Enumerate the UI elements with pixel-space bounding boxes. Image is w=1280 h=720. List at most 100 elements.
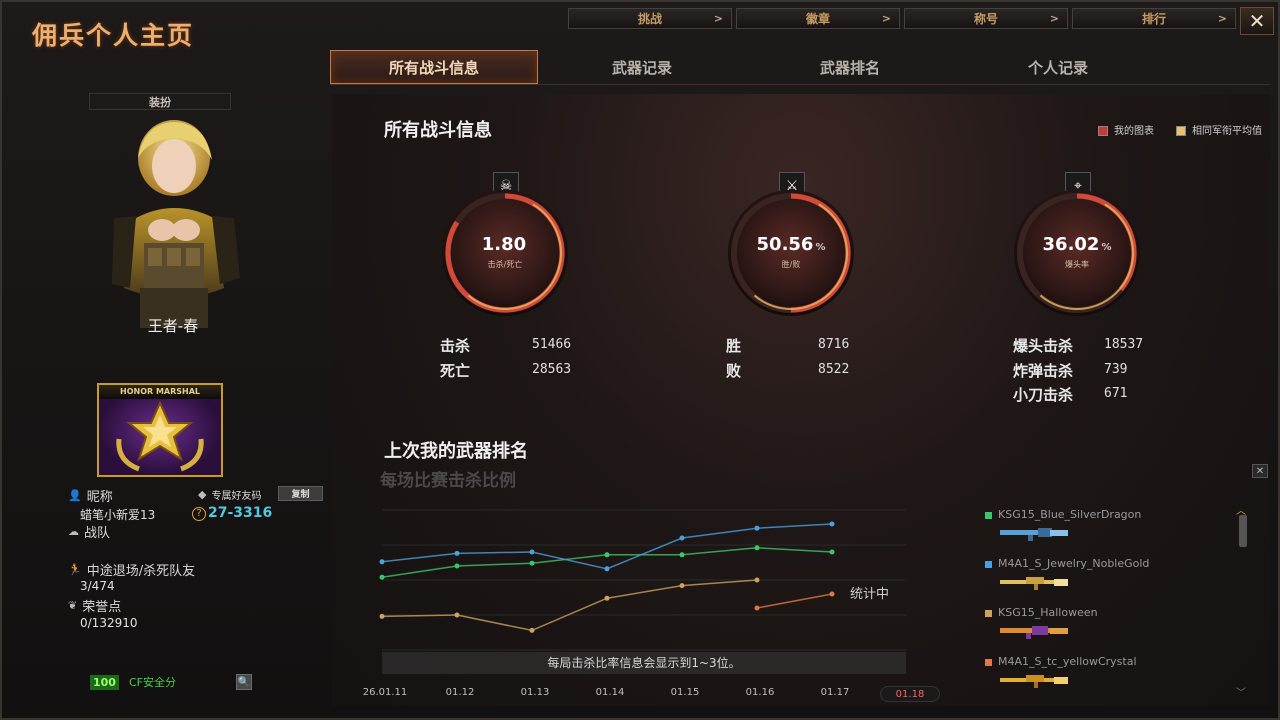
weapon-ranking-subtitle: 每场比赛击杀比例 bbox=[380, 471, 516, 491]
copy-button[interactable]: 复制 bbox=[278, 486, 323, 501]
weapon-color-dot bbox=[985, 512, 992, 519]
tab-weapon-records[interactable]: 武器记录 bbox=[538, 50, 746, 84]
safety-label: CF安全分 bbox=[128, 676, 176, 689]
weapon-color-dot bbox=[985, 659, 992, 666]
close-icon[interactable]: ✕ bbox=[1252, 464, 1268, 478]
tab-weapon-ranking[interactable]: 武器排名 bbox=[746, 50, 954, 84]
window-frame: 佣兵个人主页 挑战 > 徽章 > 称号 > 排行 > ✕ 所有战斗信息 武器记录 武器排… bbox=[0, 0, 1280, 720]
weapon-color-dot bbox=[985, 610, 992, 617]
weapon-item[interactable]: KSG15_Blue_SilverDragon bbox=[982, 504, 1212, 552]
rifle-icon bbox=[1000, 577, 1068, 590]
character-name: 王者-春 bbox=[147, 317, 199, 335]
chart-legend: 我的图表 相同军衔平均值 bbox=[1098, 122, 1262, 137]
friend-code-value: 27-3316 bbox=[208, 505, 273, 521]
kill-ratio-chart bbox=[379, 509, 907, 651]
date-tick[interactable]: 01.16 bbox=[730, 687, 790, 698]
headshot-stat: ⌖ 36.02% 爆头率 bbox=[1004, 172, 1144, 332]
tab-bar: 所有战斗信息 武器记录 武器排名 个人记录 bbox=[330, 50, 1162, 84]
gem-icon: ◆ bbox=[198, 488, 207, 501]
top-menu: 挑战 > 徽章 > 称号 > 排行 > bbox=[568, 8, 1236, 29]
data-point[interactable] bbox=[754, 545, 760, 551]
weapon-list: KSG15_Blue_SilverDragon M4A1_S_Jewelry_N… bbox=[982, 502, 1212, 702]
data-point[interactable] bbox=[754, 525, 760, 531]
scrollbar-thumb[interactable] bbox=[1239, 515, 1247, 547]
data-point[interactable] bbox=[829, 521, 835, 527]
weapon-name: M4A1_S_tc_yellowCrystal bbox=[998, 655, 1137, 668]
data-point[interactable] bbox=[604, 595, 610, 601]
data-point[interactable] bbox=[379, 613, 385, 619]
star-emblem-icon bbox=[116, 400, 204, 472]
tab-all-battle-info[interactable]: 所有战斗信息 bbox=[330, 50, 538, 84]
legend-average: 相同军衔平均值 bbox=[1176, 122, 1262, 137]
bomb-kills-row: 炸弹击杀 739 bbox=[1013, 362, 1128, 380]
data-point[interactable] bbox=[829, 549, 835, 555]
winrate-stat: ⚔ 50.56% 胜/败 bbox=[718, 172, 858, 332]
weapon-item[interactable]: M4A1_S_Jewelry_NobleGold bbox=[982, 553, 1212, 601]
kd-ring: 1.80 击杀/死亡 bbox=[442, 190, 568, 316]
headshot-kills-row: 爆头击杀 18537 bbox=[1013, 337, 1144, 355]
search-icon[interactable]: 🔍 bbox=[236, 674, 252, 690]
menu-label: 挑战 bbox=[637, 12, 662, 26]
menu-title-button[interactable]: 称号 > bbox=[904, 8, 1068, 29]
data-point[interactable] bbox=[679, 583, 685, 589]
user-icon: 👤 bbox=[68, 489, 82, 502]
kd-value: 1.80 bbox=[481, 234, 527, 255]
weapon-item[interactable]: KSG15_Halloween bbox=[982, 602, 1212, 650]
date-tick[interactable]: 01.15 bbox=[655, 687, 715, 698]
legend-swatch bbox=[1098, 126, 1108, 136]
menu-badge-button[interactable]: 徽章 > bbox=[736, 8, 900, 29]
date-tick[interactable]: 01.17 bbox=[805, 687, 865, 698]
tab-personal-records[interactable]: 个人记录 bbox=[954, 50, 1162, 84]
data-point[interactable] bbox=[454, 550, 460, 556]
close-button[interactable]: ✕ bbox=[1240, 7, 1274, 35]
shotgun-icon bbox=[1000, 626, 1068, 639]
chevron-right-icon: > bbox=[881, 12, 891, 25]
data-point[interactable] bbox=[529, 560, 535, 566]
honor-value: 0/132910 bbox=[80, 616, 138, 630]
weapon-item[interactable]: M4A1_S_tc_yellowCrystal bbox=[982, 651, 1212, 699]
menu-ranking-button[interactable]: 排行 > bbox=[1072, 8, 1236, 29]
date-tick[interactable]: 01.12 bbox=[430, 687, 490, 698]
kills-row: 击杀 51466 bbox=[440, 337, 572, 355]
nickname-label: 👤 昵称 bbox=[68, 489, 113, 505]
date-tick[interactable]: 26.01.11 bbox=[355, 687, 415, 698]
data-point[interactable] bbox=[604, 566, 610, 572]
legend-mine: 我的图表 bbox=[1098, 122, 1154, 137]
date-tick[interactable]: 01.13 bbox=[505, 687, 565, 698]
date-axis: 26.01.11 01.12 01.13 01.14 01.15 01.16 01.17 01… bbox=[355, 686, 940, 704]
series-line bbox=[756, 593, 833, 609]
data-point[interactable] bbox=[454, 563, 460, 569]
rank-title: HONOR MARSHAL bbox=[99, 385, 221, 399]
kd-stat: ☠ 1.80 击杀/死亡 bbox=[432, 172, 572, 332]
kd-label: 击杀/死亡 bbox=[487, 260, 523, 269]
weapon-color-dot bbox=[985, 561, 992, 568]
data-point[interactable] bbox=[679, 552, 685, 558]
safety-score-bar: 100 CF安全分 🔍 bbox=[90, 672, 252, 692]
data-point[interactable] bbox=[379, 559, 385, 565]
chevron-right-icon: > bbox=[713, 12, 723, 25]
shotgun-icon bbox=[1000, 528, 1068, 541]
data-point[interactable] bbox=[829, 591, 835, 597]
data-point[interactable] bbox=[754, 605, 760, 611]
date-tick[interactable]: 01.14 bbox=[580, 687, 640, 698]
profile-panel: 装扮 王者-春 HONOR MARSHAL 👤 昵称 ◆ 专属好友码 复制 蜡笔… bbox=[24, 88, 323, 702]
friend-code-label: ◆ 专属好友码 bbox=[198, 488, 262, 502]
dress-up-button[interactable]: 装扮 bbox=[89, 93, 231, 110]
chevron-right-icon: > bbox=[1217, 12, 1227, 25]
laurel-icon: ❦ bbox=[68, 599, 78, 612]
data-point[interactable] bbox=[679, 535, 685, 541]
menu-challenge-button[interactable]: 挑战 > bbox=[568, 8, 732, 29]
data-point[interactable] bbox=[529, 549, 535, 555]
headshot-label: 爆头率 bbox=[1065, 260, 1089, 269]
date-tick[interactable]: 01.18 bbox=[880, 686, 940, 702]
data-point[interactable] bbox=[379, 574, 385, 580]
question-icon: ? bbox=[192, 507, 206, 521]
data-point[interactable] bbox=[754, 577, 760, 583]
scroll-down-icon[interactable]: ﹀ bbox=[1236, 684, 1246, 699]
data-point[interactable] bbox=[529, 627, 535, 633]
series-line bbox=[381, 523, 833, 570]
data-point[interactable] bbox=[454, 612, 460, 618]
menu-label: 徽章 bbox=[805, 12, 830, 26]
data-point[interactable] bbox=[604, 552, 610, 558]
app-title: 佣兵个人主页 bbox=[32, 21, 195, 50]
